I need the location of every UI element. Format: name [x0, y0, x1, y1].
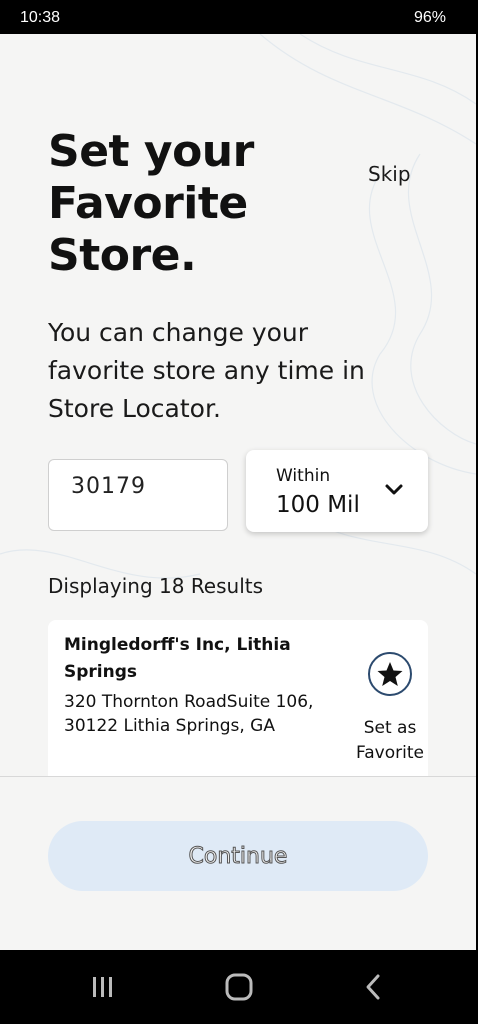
set-favorite-label[interactable]: Set as Favorite [344, 716, 436, 766]
continue-button[interactable]: Continue [48, 821, 428, 891]
subtitle-line: favorite store any time in [48, 356, 365, 385]
system-nav-bar [0, 950, 478, 1024]
page-title: Set your Favorite Store. [48, 126, 348, 282]
continue-label: Continue [188, 844, 288, 870]
title-line: Set your [48, 126, 254, 177]
back-icon[interactable] [358, 972, 390, 1002]
chevron-down-icon [385, 484, 403, 495]
status-bar: 10:38 96% [0, 0, 478, 34]
radius-label: Within [276, 466, 331, 486]
results-count: Displaying 18 Results [48, 574, 264, 598]
subtitle-line: You can change your [48, 318, 309, 347]
zip-code-value: 30179 [71, 474, 146, 496]
favorite-store-screen: Set your Favorite Store. Skip You can ch… [0, 34, 476, 950]
subtitle-line: Store Locator. [48, 394, 221, 423]
radius-value: 100 Mil [276, 492, 360, 518]
title-line: Store. [48, 230, 197, 281]
status-battery: 96% [413, 9, 446, 26]
page-subtitle: You can change your favorite store any t… [48, 314, 438, 428]
set-favorite-button[interactable] [368, 652, 412, 696]
star-icon [377, 662, 403, 686]
skip-button[interactable]: Skip [368, 162, 411, 186]
status-time: 10:38 [20, 9, 61, 26]
bottom-action-bar: Continue [0, 776, 476, 950]
title-line: Favorite [48, 178, 248, 229]
store-address: 320 Thornton RoadSuite 106, 30122 Lithia… [64, 692, 314, 736]
home-icon[interactable] [223, 972, 255, 1002]
store-name: Mingledorff's Inc, Lithia Springs [64, 635, 291, 682]
zip-code-input[interactable]: 30179 [48, 459, 228, 531]
radius-dropdown[interactable]: Within 100 Mil [246, 450, 428, 532]
recents-icon[interactable] [86, 972, 118, 1002]
